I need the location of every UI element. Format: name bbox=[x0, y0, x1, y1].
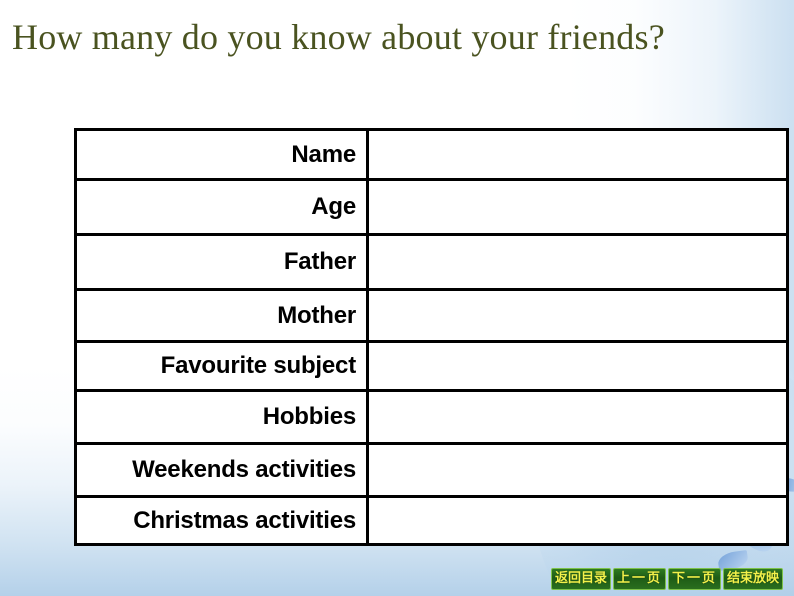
end-show-button[interactable]: 结束放映 bbox=[723, 568, 784, 590]
table-row: Name bbox=[74, 128, 789, 181]
slide-canvas: How many do you know about your friends?… bbox=[0, 0, 794, 596]
table-row: Hobbies bbox=[74, 389, 789, 445]
table-row: Christmas activities bbox=[74, 495, 789, 546]
row-answer-cell[interactable] bbox=[366, 389, 789, 445]
previous-page-button[interactable]: 上一页 bbox=[613, 568, 667, 590]
row-answer-cell[interactable] bbox=[366, 128, 789, 181]
back-to-contents-button[interactable]: 返回目录 bbox=[551, 568, 612, 590]
row-label: Father bbox=[74, 233, 369, 291]
row-label: Christmas activities bbox=[74, 495, 369, 546]
row-label: Favourite subject bbox=[74, 340, 369, 392]
table-row: Age bbox=[74, 178, 789, 236]
row-answer-cell[interactable] bbox=[366, 178, 789, 236]
row-label: Hobbies bbox=[74, 389, 369, 445]
table-row: Mother bbox=[74, 288, 789, 343]
table-row: Favourite subject bbox=[74, 340, 789, 392]
row-label: Name bbox=[74, 128, 369, 181]
friend-info-table: Name Age Father Mother Favourite subject bbox=[74, 128, 789, 546]
slideshow-navigation-bar: 返回目录 上一页 下一页 结束放映 bbox=[551, 568, 784, 590]
row-answer-cell[interactable] bbox=[366, 288, 789, 343]
row-label: Mother bbox=[74, 288, 369, 343]
row-answer-cell[interactable] bbox=[366, 442, 789, 498]
table-row: Father bbox=[74, 233, 789, 291]
row-answer-cell[interactable] bbox=[366, 340, 789, 392]
friend-info-table-wrapper: Name Age Father Mother Favourite subject bbox=[74, 128, 789, 546]
row-label: Weekends activities bbox=[74, 442, 369, 498]
table-row: Weekends activities bbox=[74, 442, 789, 498]
next-page-button[interactable]: 下一页 bbox=[668, 568, 722, 590]
row-answer-cell[interactable] bbox=[366, 233, 789, 291]
page-title: How many do you know about your friends? bbox=[12, 17, 665, 57]
row-label: Age bbox=[74, 178, 369, 236]
row-answer-cell[interactable] bbox=[366, 495, 789, 546]
